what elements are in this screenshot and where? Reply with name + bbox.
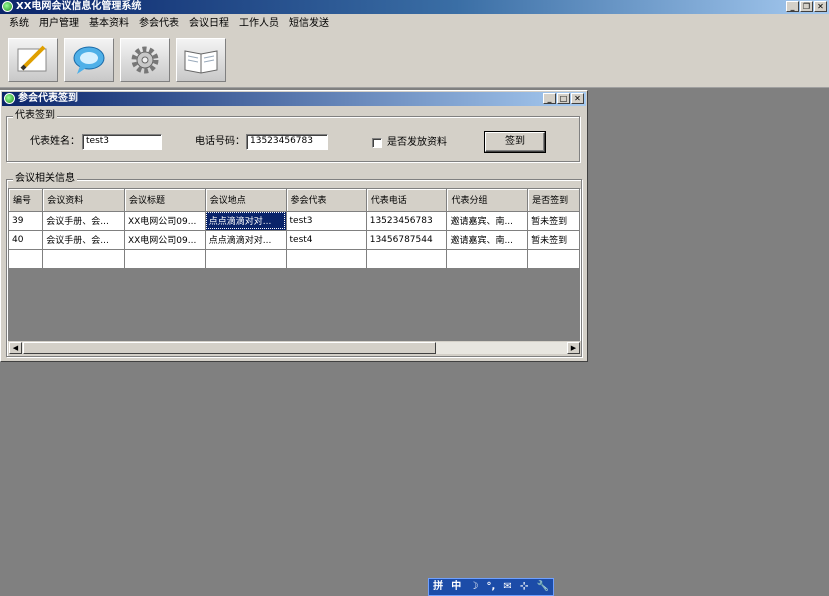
- menu-basic-data[interactable]: 基本资料: [84, 14, 134, 34]
- menu-user-management[interactable]: 用户管理: [34, 14, 84, 34]
- toolbar: [0, 34, 829, 88]
- open-book-icon: [184, 50, 218, 74]
- table-cell[interactable]: 暂未签到: [527, 211, 580, 231]
- table-cell[interactable]: 邀请嘉宾、南...: [446, 211, 529, 231]
- table-cell[interactable]: 暂未签到: [527, 230, 580, 250]
- column-header[interactable]: 代表电话: [366, 189, 448, 212]
- signin-window-titlebar[interactable]: 参会代表签到 _ □ ✕: [2, 92, 586, 106]
- table-cell[interactable]: 39: [9, 211, 44, 231]
- column-header[interactable]: 代表分组: [446, 189, 529, 212]
- app-title: XX电网会议信息化管理系统: [16, 1, 142, 12]
- book-tool-button[interactable]: [176, 38, 226, 82]
- ime-punctuation-icon[interactable]: °,: [486, 579, 495, 595]
- table-cell[interactable]: [366, 249, 448, 269]
- signin-window-controls: _ □ ✕: [543, 93, 584, 104]
- table-cell[interactable]: [9, 249, 44, 269]
- chat-bubble-icon: [73, 46, 105, 74]
- menu-delegates[interactable]: 参会代表: [134, 14, 184, 34]
- table-row[interactable]: 39 会议手册、会... XX电网公司09... 点点滴滴对对... test3…: [9, 211, 580, 231]
- table-cell[interactable]: 40: [9, 230, 44, 250]
- scrollbar-thumb[interactable]: [23, 342, 436, 354]
- ime-settings-icon[interactable]: 🔧: [536, 579, 548, 595]
- ime-mode-icon[interactable]: 拼: [433, 579, 443, 595]
- pencil-icon: [17, 45, 47, 72]
- app-logo-icon: [2, 1, 13, 12]
- table-cell[interactable]: test3: [286, 211, 367, 231]
- phone-label: 电话号码：: [195, 136, 245, 147]
- menu-schedule[interactable]: 会议日程: [184, 14, 234, 34]
- meeting-info-legend: 会议相关信息: [13, 173, 77, 185]
- grid-horizontal-scrollbar[interactable]: ◀ ▶: [8, 341, 581, 355]
- name-input[interactable]: test3: [82, 134, 162, 150]
- menubar: 系统 用户管理 基本资料 参会代表 会议日程 工作人员 短信发送: [0, 14, 829, 34]
- table-header-row: 编号 会议资料 会议标题 会议地点 参会代表 代表电话 代表分组 是否签到: [9, 189, 580, 212]
- app-restore-button[interactable]: ❐: [800, 1, 813, 12]
- distribute-materials-checkbox[interactable]: [372, 138, 382, 148]
- table-cell[interactable]: XX电网公司09...: [124, 230, 206, 250]
- gear-icon: [131, 46, 159, 74]
- chat-tool-button[interactable]: [64, 38, 114, 82]
- pencil-tool-button[interactable]: [8, 38, 58, 82]
- table-cell[interactable]: [42, 249, 125, 269]
- ime-status-bar: 拼 中 ☽ °, ✉ ⊹ 🔧: [428, 578, 554, 596]
- signin-close-button[interactable]: ✕: [571, 93, 584, 104]
- table-cell[interactable]: [205, 249, 287, 269]
- table-cell[interactable]: 点点滴滴对对...: [205, 230, 287, 250]
- table-cell[interactable]: test4: [286, 230, 367, 250]
- app-window-controls: _ ❐ ✕: [786, 1, 827, 12]
- table-cell[interactable]: 13456787544: [366, 230, 448, 250]
- meeting-info-grid: 编号 会议资料 会议标题 会议地点 参会代表 代表电话 代表分组 是否签到 39…: [8, 188, 581, 344]
- table-cell[interactable]: [286, 249, 367, 269]
- settings-tool-button[interactable]: [120, 38, 170, 82]
- table-cell[interactable]: 会议手册、会...: [42, 230, 125, 250]
- column-header[interactable]: 参会代表: [286, 189, 367, 212]
- name-label: 代表姓名：: [30, 136, 80, 147]
- table-cell[interactable]: [124, 249, 206, 269]
- menu-sms[interactable]: 短信发送: [284, 14, 334, 34]
- scroll-right-arrow-icon[interactable]: ▶: [567, 342, 580, 354]
- table-cell[interactable]: 会议手册、会...: [42, 211, 125, 231]
- ime-chinese-icon[interactable]: 中: [451, 579, 461, 595]
- meeting-info-table: 编号 会议资料 会议标题 会议地点 参会代表 代表电话 代表分组 是否签到 39…: [9, 189, 580, 269]
- table-cell[interactable]: 邀请嘉宾、南...: [446, 230, 529, 250]
- signin-minimize-button[interactable]: _: [543, 93, 556, 104]
- delegate-signin-legend: 代表签到: [13, 110, 57, 122]
- app-close-button[interactable]: ✕: [814, 1, 827, 12]
- window-logo-icon: [4, 93, 15, 104]
- signin-window-title: 参会代表签到: [18, 93, 78, 104]
- scroll-left-arrow-icon[interactable]: ◀: [9, 342, 22, 354]
- distribute-materials-label: 是否发放资料: [387, 137, 447, 148]
- table-cell[interactable]: [527, 249, 580, 269]
- ime-softkeyboard-icon[interactable]: ✉: [503, 579, 511, 595]
- signin-maximize-button[interactable]: □: [557, 93, 570, 104]
- ime-halfwidth-icon[interactable]: ☽: [469, 579, 478, 595]
- menu-system[interactable]: 系统: [4, 14, 34, 34]
- column-header[interactable]: 会议资料: [42, 189, 125, 212]
- table-row[interactable]: 40 会议手册、会... XX电网公司09... 点点滴滴对对... test4…: [9, 230, 580, 250]
- table-cell[interactable]: [446, 249, 529, 269]
- app-minimize-button[interactable]: _: [786, 1, 799, 12]
- column-header[interactable]: 是否签到: [527, 189, 580, 212]
- menu-staff[interactable]: 工作人员: [234, 14, 284, 34]
- app-titlebar: XX电网会议信息化管理系统 _ ❐ ✕: [0, 0, 829, 14]
- table-row-empty[interactable]: [9, 249, 580, 269]
- column-header[interactable]: 会议地点: [205, 189, 287, 212]
- column-header[interactable]: 会议标题: [124, 189, 206, 212]
- table-cell-selected[interactable]: 点点滴滴对对...: [205, 211, 287, 231]
- column-header[interactable]: 编号: [9, 189, 44, 212]
- ime-tools-icon[interactable]: ⊹: [520, 579, 528, 595]
- table-cell[interactable]: XX电网公司09...: [124, 211, 206, 231]
- signin-button[interactable]: 签到: [484, 131, 546, 153]
- table-cell[interactable]: 13523456783: [366, 211, 448, 231]
- phone-input[interactable]: 13523456783: [246, 134, 328, 150]
